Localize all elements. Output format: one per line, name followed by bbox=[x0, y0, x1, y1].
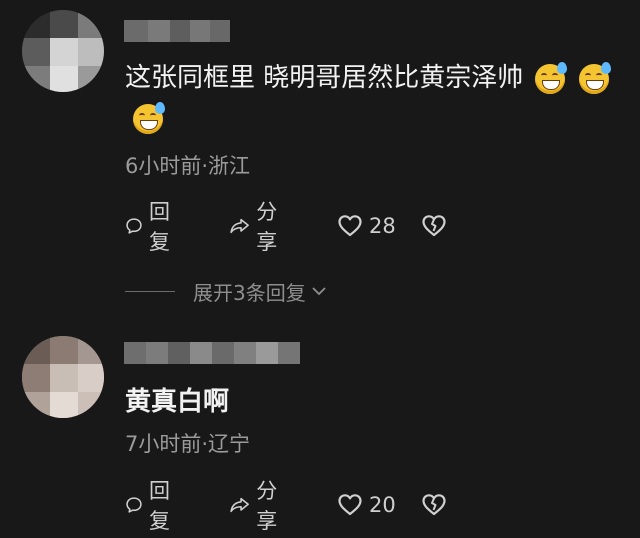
comment-meta: 7小时前·辽宁 bbox=[125, 432, 251, 456]
username[interactable] bbox=[124, 20, 230, 42]
like-button[interactable]: 20 bbox=[337, 487, 396, 523]
share-label: 分享 bbox=[256, 200, 278, 254]
comment-meta: 6小时前·浙江 bbox=[125, 154, 251, 178]
like-count: 28 bbox=[369, 214, 396, 238]
broken-heart-icon bbox=[422, 215, 446, 237]
like-button[interactable]: 28 bbox=[337, 208, 396, 244]
reply-icon bbox=[126, 218, 142, 234]
broken-heart-icon bbox=[422, 494, 446, 516]
comment-text-content: 黄真白啊 bbox=[125, 387, 230, 417]
like-count: 20 bbox=[369, 493, 396, 517]
grinning-sweat-emoji bbox=[535, 61, 568, 94]
grinning-sweat-emoji bbox=[133, 101, 165, 134]
comment-text-content: 这张同框里 晓明哥居然比黄宗泽帅 bbox=[125, 63, 524, 93]
comment-text: 黄真白啊 bbox=[125, 382, 229, 422]
username[interactable] bbox=[124, 342, 300, 364]
reply-button[interactable]: 回复 bbox=[125, 479, 178, 533]
reply-label: 回复 bbox=[148, 479, 170, 533]
heart-icon bbox=[338, 215, 362, 237]
heart-icon bbox=[338, 494, 362, 516]
share-button[interactable]: 分享 bbox=[229, 479, 286, 533]
dislike-button[interactable] bbox=[421, 208, 447, 244]
share-icon bbox=[230, 497, 249, 513]
expand-replies-label: 展开3条回复 bbox=[193, 280, 306, 305]
divider-line bbox=[125, 290, 175, 292]
dislike-button[interactable] bbox=[421, 487, 447, 523]
avatar[interactable] bbox=[22, 336, 104, 418]
comment-item: 黄真白啊 7小时前·辽宁 回复 分享 20 bbox=[0, 320, 640, 538]
avatar[interactable] bbox=[22, 10, 104, 92]
reply-icon bbox=[126, 497, 142, 513]
comment-text: 这张同框里 晓明哥居然比黄宗泽帅 bbox=[125, 58, 625, 138]
reply-button[interactable]: 回复 bbox=[125, 200, 178, 254]
reply-label: 回复 bbox=[148, 200, 170, 254]
share-label: 分享 bbox=[256, 479, 278, 533]
expand-replies-button[interactable]: 展开3条回复 bbox=[125, 276, 328, 306]
grinning-sweat-emoji bbox=[579, 61, 612, 94]
share-icon bbox=[230, 218, 249, 234]
share-button[interactable]: 分享 bbox=[229, 200, 286, 254]
chevron-down-icon bbox=[312, 287, 326, 296]
comment-item: 这张同框里 晓明哥居然比黄宗泽帅 6小时前·浙江 回复 分享 28 展开3条回复 bbox=[0, 0, 640, 320]
